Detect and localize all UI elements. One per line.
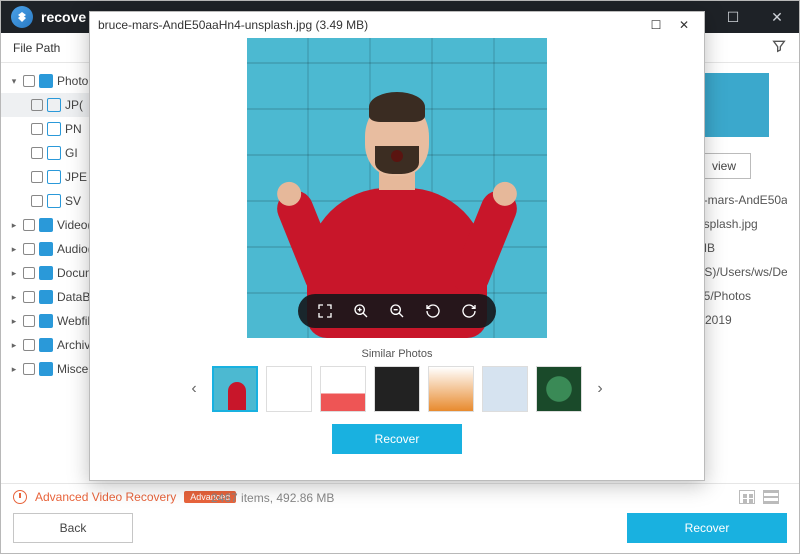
video-folder-icon bbox=[39, 218, 53, 232]
file-type-icon bbox=[47, 194, 61, 208]
toolbar-label: File Path bbox=[13, 41, 60, 55]
thumbnail-5[interactable] bbox=[428, 366, 474, 412]
details-pane: view e-mars-AndE50aaH nsplash.jpg MB FS)… bbox=[697, 73, 787, 335]
thumbnail-2[interactable] bbox=[266, 366, 312, 412]
footer: Advanced Video Recovery Advanced 2467 it… bbox=[1, 483, 799, 553]
details-thumbnail bbox=[697, 73, 769, 137]
thumbnail-4[interactable] bbox=[374, 366, 420, 412]
zoom-in-icon[interactable] bbox=[352, 302, 370, 320]
thumbnail-3[interactable] bbox=[320, 366, 366, 412]
similar-photos-label: Similar Photos bbox=[362, 348, 433, 360]
database-folder-icon bbox=[39, 290, 53, 304]
filter-icon[interactable] bbox=[771, 38, 787, 57]
similar-thumbnails: ‹ › bbox=[184, 366, 610, 412]
details-filename2: nsplash.jpg bbox=[697, 215, 787, 233]
prev-thumbnail-button[interactable]: ‹ bbox=[184, 379, 204, 399]
back-button[interactable]: Back bbox=[13, 513, 133, 543]
view-mode-switcher bbox=[739, 490, 779, 504]
rotate-left-icon[interactable] bbox=[424, 302, 442, 320]
misc-folder-icon bbox=[39, 362, 53, 376]
file-type-icon bbox=[47, 98, 61, 112]
preview-close-button[interactable]: ✕ bbox=[670, 14, 698, 36]
zoom-out-icon[interactable] bbox=[388, 302, 406, 320]
app-name: recove bbox=[41, 9, 86, 25]
app-logo bbox=[11, 6, 33, 28]
details-path2: 85/Photos bbox=[697, 287, 787, 305]
audio-folder-icon bbox=[39, 242, 53, 256]
details-size: MB bbox=[697, 239, 787, 257]
next-thumbnail-button[interactable]: › bbox=[590, 379, 610, 399]
main-close-button[interactable]: ✕ bbox=[755, 1, 799, 33]
preview-recover-button[interactable]: Recover bbox=[332, 424, 462, 454]
footer-summary: 2467 items, 492.86 MB bbox=[211, 490, 334, 507]
preview-maximize-button[interactable]: ☐ bbox=[642, 14, 670, 36]
clock-icon bbox=[13, 490, 27, 504]
preview-image bbox=[247, 38, 547, 338]
grid-view-icon[interactable] bbox=[739, 490, 755, 504]
fit-screen-icon[interactable] bbox=[316, 302, 334, 320]
file-type-icon bbox=[47, 146, 61, 160]
details-filename: e-mars-AndE50aaH bbox=[697, 191, 787, 209]
thumbnail-7[interactable] bbox=[536, 366, 582, 412]
advanced-video-recovery[interactable]: Advanced Video Recovery Advanced bbox=[13, 490, 787, 504]
preview-button-partial[interactable]: view bbox=[697, 153, 751, 179]
thumbnail-1[interactable] bbox=[212, 366, 258, 412]
webfiles-folder-icon bbox=[39, 314, 53, 328]
preview-filename: bruce-mars-AndE50aaHn4-unsplash.jpg (3.4… bbox=[98, 18, 368, 32]
preview-controls bbox=[298, 294, 496, 328]
thumbnail-6[interactable] bbox=[482, 366, 528, 412]
preview-header: bruce-mars-AndE50aaHn4-unsplash.jpg (3.4… bbox=[90, 12, 704, 38]
details-date: }-2019 bbox=[697, 311, 787, 329]
recover-button[interactable]: Recover bbox=[627, 513, 787, 543]
main-maximize-button[interactable]: ☐ bbox=[711, 1, 755, 33]
details-path: FS)/Users/ws/Deskt bbox=[697, 263, 787, 281]
file-type-icon bbox=[47, 122, 61, 136]
document-folder-icon bbox=[39, 266, 53, 280]
photo-folder-icon bbox=[39, 74, 53, 88]
archive-folder-icon bbox=[39, 338, 53, 352]
preview-dialog: bruce-mars-AndE50aaHn4-unsplash.jpg (3.4… bbox=[89, 11, 705, 481]
rotate-right-icon[interactable] bbox=[460, 302, 478, 320]
list-view-icon[interactable] bbox=[763, 490, 779, 504]
file-type-icon bbox=[47, 170, 61, 184]
